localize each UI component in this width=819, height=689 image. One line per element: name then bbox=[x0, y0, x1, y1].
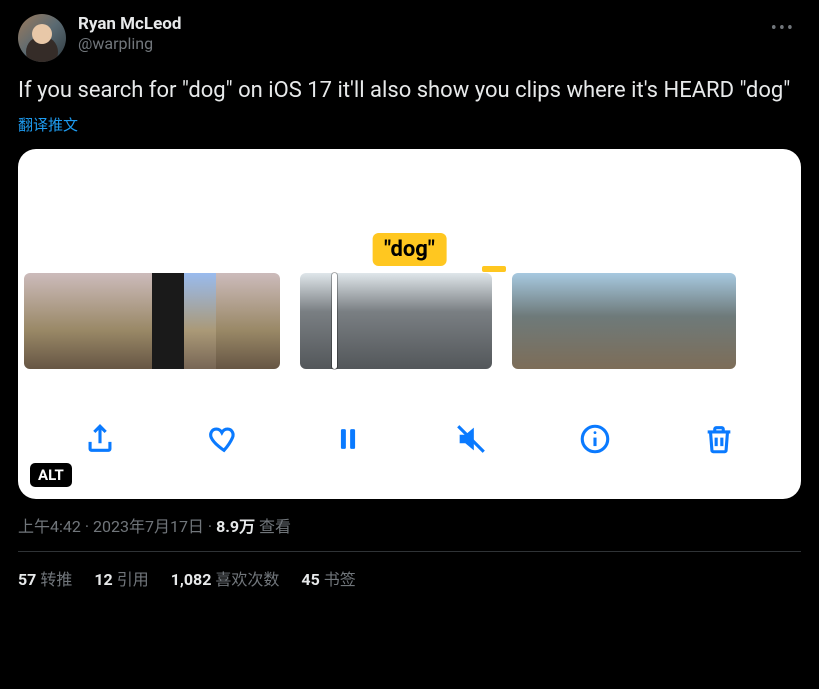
display-name: Ryan McLeod bbox=[78, 14, 765, 34]
match-marker bbox=[482, 266, 506, 272]
share-icon[interactable] bbox=[80, 419, 120, 459]
pause-icon[interactable] bbox=[328, 419, 368, 459]
translate-link[interactable]: 翻译推文 bbox=[18, 114, 78, 135]
media-toolbar bbox=[18, 419, 801, 459]
avatar[interactable] bbox=[18, 14, 66, 62]
clip-thumb[interactable] bbox=[300, 273, 492, 369]
more-icon[interactable]: ••• bbox=[765, 14, 801, 43]
info-icon[interactable] bbox=[575, 419, 615, 459]
tweet-container: Ryan McLeod @warpling ••• If you search … bbox=[0, 0, 819, 590]
tweet-text: If you search for "dog" on iOS 17 it'll … bbox=[18, 76, 801, 106]
divider bbox=[18, 551, 801, 552]
views-label: 查看 bbox=[259, 517, 291, 536]
meta-time[interactable]: 上午4:42 bbox=[18, 517, 81, 536]
trash-icon[interactable] bbox=[699, 419, 739, 459]
views-count: 8.9万 bbox=[216, 517, 255, 536]
stat-likes[interactable]: 1,082喜欢次数 bbox=[171, 566, 280, 590]
alt-badge[interactable]: ALT bbox=[30, 463, 72, 487]
stat-quotes[interactable]: 12引用 bbox=[94, 566, 148, 590]
author-names[interactable]: Ryan McLeod @warpling bbox=[78, 14, 765, 53]
video-timeline[interactable] bbox=[18, 273, 801, 369]
handle: @warpling bbox=[78, 34, 765, 53]
meta-date[interactable]: 2023年7月17日 bbox=[93, 517, 204, 536]
media-attachment[interactable]: "dog" ALT bbox=[18, 149, 801, 499]
clip-thumb[interactable] bbox=[512, 273, 736, 369]
stat-retweets[interactable]: 57转推 bbox=[18, 566, 72, 590]
mute-icon[interactable] bbox=[451, 419, 491, 459]
clip-thumb[interactable] bbox=[24, 273, 280, 369]
tweet-header: Ryan McLeod @warpling ••• bbox=[18, 14, 801, 62]
heart-icon[interactable] bbox=[204, 419, 244, 459]
search-term-chip: "dog" bbox=[372, 233, 447, 266]
stat-bookmarks[interactable]: 45书签 bbox=[301, 566, 355, 590]
tweet-meta: 上午4:42 · 2023年7月17日 · 8.9万 查看 bbox=[18, 513, 801, 537]
stats-row: 57转推 12引用 1,082喜欢次数 45书签 bbox=[18, 566, 801, 590]
playhead[interactable] bbox=[332, 273, 337, 369]
